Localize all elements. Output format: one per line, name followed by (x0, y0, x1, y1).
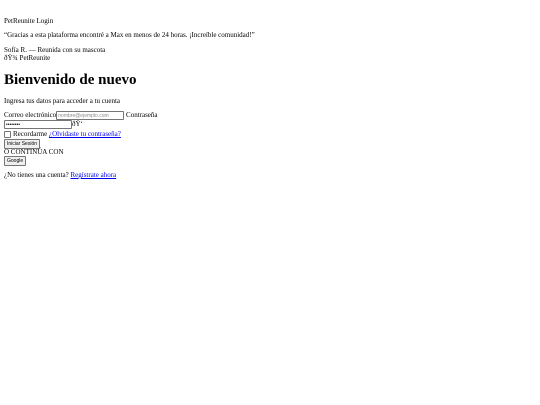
document-title: PetReunite Login (4, 17, 54, 25)
email-field[interactable] (56, 111, 125, 120)
divider-text: O CONTINÚA CON (4, 148, 64, 156)
remember-checkbox[interactable] (4, 130, 11, 138)
forgot-password-link[interactable]: ¿Olvidaste tu contraseña? (49, 130, 121, 138)
remember-row: Recordarme ¿Olvidaste tu contraseña? (4, 130, 121, 138)
brand-name: ðŸ¾ PetReunite (4, 54, 51, 62)
google-login-button[interactable]: Google (4, 156, 27, 166)
login-page: PetReunite Login “Gracias a esta platafo… (0, 0, 540, 405)
email-label: Correo electrónico (4, 111, 57, 120)
password-field[interactable] (4, 120, 72, 129)
testimonial-quote: “Gracias a esta plataforma encontré a Ma… (4, 31, 255, 39)
testimonial-author: Sofía R. — Reunida con su mascota (4, 46, 106, 54)
page-subtitle: Ingresa tus datos para acceder a tu cuen… (4, 97, 121, 105)
page-title: Bienvenido de nuevo (4, 72, 137, 88)
signup-link[interactable]: Regístrate ahora (70, 171, 116, 179)
email-row: Correo electrónico Contraseña (4, 111, 158, 120)
signup-prompt: ¿No tienes una cuenta? (4, 171, 69, 179)
password-toggle-eye-icon[interactable]: ðŸ‘ (72, 120, 83, 128)
remember-label: Recordarme (13, 130, 48, 138)
password-row: ðŸ‘ (4, 120, 83, 129)
signup-row: ¿No tienes una cuenta? Regístrate ahora (4, 171, 116, 179)
password-label: Contraseña (126, 111, 158, 120)
google-row: Google (4, 156, 27, 166)
